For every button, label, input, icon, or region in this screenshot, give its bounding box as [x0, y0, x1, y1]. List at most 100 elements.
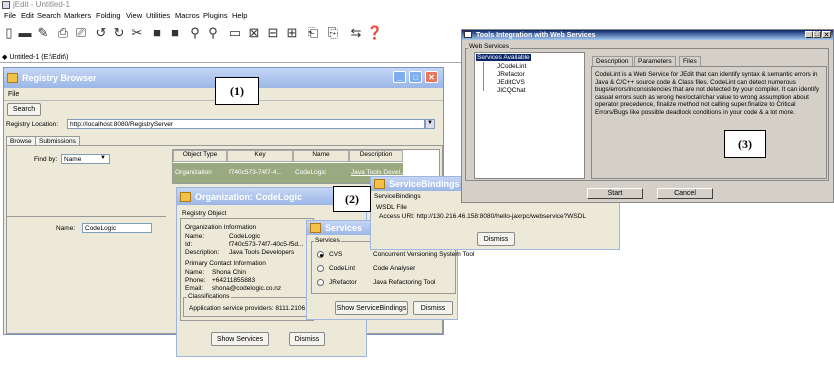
- registry-browser-title: Registry Browser: [22, 73, 97, 83]
- tree-item-jeditcvs[interactable]: JEditCVS: [497, 79, 525, 86]
- service-codelint-name: CodeLint: [329, 265, 356, 272]
- org-description-value: Java Tools Developers: [229, 249, 295, 256]
- split-vertical-icon[interactable]: ⊟: [266, 25, 280, 40]
- tree-item-jcodelint[interactable]: JCodeLint: [497, 63, 526, 70]
- registry-menu-file[interactable]: File: [8, 91, 19, 98]
- tree-item-jicqchat[interactable]: JICQChat: [497, 87, 526, 94]
- open-folder-icon[interactable]: ▬: [18, 25, 32, 40]
- split-icon[interactable]: ⊠: [247, 25, 261, 40]
- jedit-app-icon: [2, 1, 10, 9]
- contact-email-label: Email:: [185, 285, 204, 292]
- org-name-label: Name:: [185, 233, 205, 240]
- minimize-icon[interactable]: _: [805, 31, 813, 38]
- menu-help[interactable]: Help: [232, 11, 247, 20]
- services-dismiss-button[interactable]: Dismiss: [413, 301, 453, 315]
- cancel-button[interactable]: Cancel: [657, 188, 713, 199]
- col-description[interactable]: Description: [349, 150, 403, 162]
- plugin-icon[interactable]: ⇆: [349, 25, 363, 40]
- callout-2: (2): [333, 186, 371, 212]
- cut-icon[interactable]: ✂: [130, 25, 144, 40]
- redo-icon[interactable]: ↻: [112, 25, 126, 40]
- maximize-icon[interactable]: □: [409, 71, 422, 83]
- paste-icon[interactable]: ■: [168, 25, 182, 40]
- menu-plugins[interactable]: Plugins: [203, 11, 228, 20]
- buffer-label[interactable]: ◆ Untitled-1 (E:\Edit\): [2, 53, 68, 61]
- service-jrefactor-desc: Java Refactoring Tool: [373, 279, 436, 286]
- menu-edit[interactable]: Edit: [21, 11, 34, 20]
- contact-phone-value: +64211855883: [212, 277, 256, 284]
- org-description-label: Description:: [185, 249, 220, 256]
- cell-name: CodeLogic: [295, 169, 327, 176]
- split-horizontal-icon[interactable]: ⊞: [285, 25, 299, 40]
- jedit-window-title: jEdit - Untitled-1: [13, 0, 70, 9]
- jedit-title-bar[interactable]: jEdit - Untitled-1: [0, 0, 834, 11]
- org-name-value: CodeLogic: [229, 233, 261, 240]
- service-codelint-desc: Code Analyser: [373, 265, 416, 272]
- java-icon: [374, 179, 385, 189]
- callout-3: (3): [724, 130, 766, 158]
- radio-cvs[interactable]: [317, 251, 324, 258]
- col-key[interactable]: Key: [227, 150, 293, 162]
- edit-pencil-icon[interactable]: ✎: [36, 25, 50, 40]
- tab-parameters[interactable]: Parameters: [634, 56, 676, 66]
- toggle-icon[interactable]: ▭: [228, 25, 242, 40]
- organization-dismiss-button[interactable]: Dismiss: [289, 332, 325, 346]
- tab-files[interactable]: Files: [679, 56, 701, 66]
- services-tree: Services Available JCodeLint JRefactor J…: [474, 52, 585, 179]
- find-icon[interactable]: ⚲: [188, 25, 202, 40]
- radio-codelint[interactable]: [317, 265, 324, 272]
- coffee-cup-icon: [464, 31, 472, 38]
- show-service-bindings-button[interactable]: Show ServiceBindings: [335, 301, 408, 315]
- menu-macros[interactable]: Macros: [175, 11, 200, 20]
- search-button[interactable]: Search: [7, 103, 41, 116]
- new-file-icon[interactable]: ▯: [2, 25, 16, 40]
- tree-root-services-available[interactable]: Services Available: [476, 54, 531, 61]
- menu-utilities[interactable]: Utilities: [146, 11, 170, 20]
- table-row[interactable]: Organization f740c573-74f7-4... CodeLogi…: [173, 163, 406, 183]
- close-icon[interactable]: ✕: [425, 71, 438, 83]
- tree-item-jrefactor[interactable]: JRefactor: [497, 71, 525, 78]
- col-object-type[interactable]: Object Type: [173, 150, 227, 162]
- tab-description[interactable]: Description: [592, 56, 633, 66]
- find-by-label: Find by:: [34, 156, 58, 163]
- contact-phone-label: Phone:: [185, 277, 206, 284]
- contact-header: Primary Contact Information: [185, 260, 266, 267]
- radio-jrefactor[interactable]: [317, 279, 324, 286]
- help-icon[interactable]: ❓: [367, 25, 383, 40]
- bindings-dismiss-button[interactable]: Dismiss: [477, 232, 515, 246]
- organization-title: Organization: CodeLogic: [195, 191, 302, 202]
- tools-title: Tools Integration with Web Services: [476, 31, 596, 39]
- find-divider: [6, 216, 166, 217]
- location-dropdown-icon[interactable]: ▼: [425, 119, 435, 129]
- name-input[interactable]: CodeLogic: [82, 223, 152, 233]
- org-info-header: Organization Information: [185, 224, 257, 231]
- col-name[interactable]: Name: [293, 150, 349, 162]
- print-icon[interactable]: ⎙: [56, 25, 70, 40]
- find-replace-icon[interactable]: ⚲: [206, 25, 220, 40]
- buffer-icon[interactable]: ⎗: [306, 25, 320, 40]
- maximize-icon[interactable]: □: [813, 31, 821, 38]
- cell-description: Java Tools Devel...: [351, 169, 406, 176]
- jedit-toolbar: ▯ ▬ ✎ ⎙ ⎚ ↺ ↻ ✂ ■ ■ ⚲ ⚲ ▭ ⊠ ⊟ ⊞ ⎗ ⎘ ⇆ ❓: [0, 22, 470, 52]
- close-icon[interactable]: ✕: [822, 31, 831, 39]
- tools-window: Tools Integration with Web Services _ □ …: [461, 29, 834, 203]
- show-services-button[interactable]: Show Services: [211, 332, 269, 346]
- classifications-value: Application service providers: 8111.2106: [189, 305, 306, 312]
- find-by-dropdown-icon[interactable]: ▼: [100, 155, 106, 161]
- menu-view[interactable]: View: [126, 11, 142, 20]
- service-bindings-section: ServiceBindings: [374, 193, 421, 200]
- start-button[interactable]: Start: [587, 188, 643, 199]
- options-icon[interactable]: ⎘: [326, 25, 340, 40]
- copy-icon[interactable]: ■: [150, 25, 164, 40]
- minimize-icon[interactable]: _: [393, 71, 406, 83]
- tools-title-bar[interactable]: Tools Integration with Web Services: [462, 30, 833, 40]
- jedit-menu-bar: File Edit Search Markers Folding View Ut…: [0, 11, 460, 22]
- java-icon: [180, 191, 191, 202]
- undo-icon[interactable]: ↺: [94, 25, 108, 40]
- menu-markers[interactable]: Markers: [64, 11, 91, 20]
- print-preview-icon[interactable]: ⎚: [74, 25, 88, 40]
- menu-file[interactable]: File: [4, 11, 16, 20]
- menu-search[interactable]: Search: [37, 11, 61, 20]
- registry-location-input[interactable]: http://localhost:8080/RegistryServer: [67, 119, 425, 129]
- menu-folding[interactable]: Folding: [96, 11, 121, 20]
